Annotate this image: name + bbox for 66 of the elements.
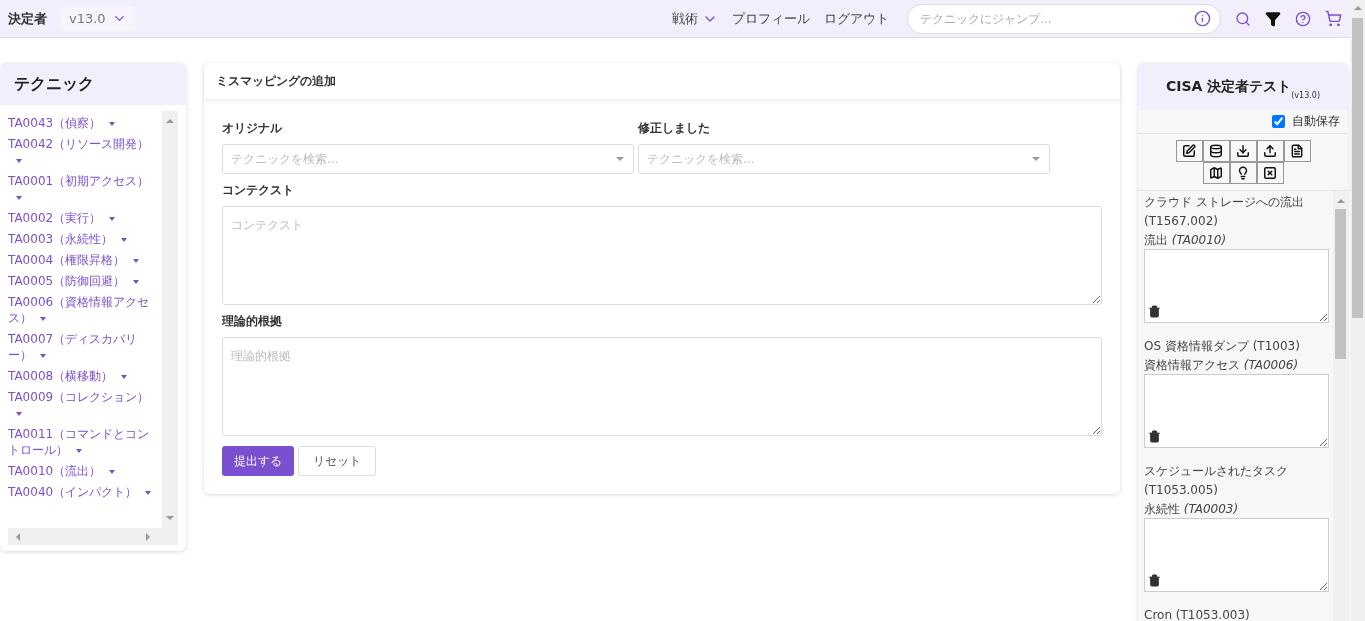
tactic-link[interactable]: TA0011（コマンドとコントロール） (8, 426, 162, 458)
tactic-link[interactable]: TA0001（初期アクセス） (8, 173, 162, 205)
nav-link[interactable]: ログアウト (824, 9, 889, 28)
technique-name: クラウド ストレージへの流出 (T1567.002) (1144, 194, 1305, 230)
field-label: 理論的根拠 (222, 313, 283, 330)
edit-icon[interactable] (1175, 140, 1203, 162)
tactic-name: 流出 (TA0010) (1144, 232, 1228, 249)
tactic-link[interactable]: TA0005（防御回避） (8, 273, 162, 289)
tactic-link[interactable]: TA0042（リソース開発） (8, 136, 162, 168)
nav-link[interactable]: 戦術 (672, 9, 718, 28)
context-field[interactable]: コンテクスト (222, 206, 1102, 305)
page-scrollbar[interactable] (1350, 0, 1365, 621)
note-field[interactable] (1144, 518, 1329, 592)
form-title: ミスマッピングの追加 (204, 63, 1120, 100)
tactic-link[interactable]: TA0004（権限昇格） (8, 252, 162, 268)
note-field[interactable] (1144, 374, 1329, 448)
lightbulb-icon[interactable] (1229, 162, 1257, 184)
cart-version: (v13.0) (1291, 91, 1321, 100)
version-dropdown[interactable]: v13.0 (61, 6, 135, 31)
tactic-name: 資格情報アクセス (TA0006) (1144, 357, 1300, 374)
map-icon[interactable] (1202, 162, 1230, 184)
technique-select[interactable]: テクニックを検索... (222, 144, 634, 174)
field-label: オリジナル (222, 120, 283, 137)
search-field[interactable]: テクニックにジャンプ... (907, 3, 1221, 34)
technique-name: スケジュールされたタスク (T1053.005) (1144, 463, 1289, 499)
autosave-label: 自動保存 (1292, 113, 1340, 130)
vertical-scrollbar[interactable] (1333, 191, 1348, 621)
tactic-link[interactable]: TA0040（インパクト） (8, 484, 162, 500)
close-icon[interactable] (1256, 162, 1284, 184)
sidebar-title: テクニック (0, 63, 186, 105)
tactic-link[interactable]: TA0008（横移動） (8, 368, 162, 384)
app-brand: 決定者 (8, 9, 47, 28)
technique-select[interactable]: テクニックを検索... (638, 144, 1050, 174)
info-icon[interactable] (1194, 9, 1211, 27)
vertical-scrollbar[interactable] (162, 111, 178, 528)
download-icon[interactable] (1229, 140, 1257, 162)
horizontal-scrollbar[interactable] (8, 528, 178, 545)
upload-icon[interactable] (1256, 140, 1284, 162)
note-field[interactable] (1144, 249, 1329, 323)
search-icon[interactable] (1235, 10, 1251, 27)
document-icon[interactable] (1283, 140, 1311, 162)
tactic-name: 永続性 (TA0003) (1144, 501, 1240, 518)
rationale-field[interactable]: 理論的根拠 (222, 337, 1102, 436)
trash-icon[interactable] (1148, 305, 1161, 318)
technique-name: OS 資格情報ダンプ (T1003) (1144, 338, 1301, 355)
trash-icon[interactable] (1148, 574, 1161, 587)
submit-button[interactable]: 提出する (222, 446, 294, 476)
cart-title: CISA 決定者テスト (1165, 77, 1292, 96)
filter-icon[interactable] (1265, 10, 1281, 27)
tactic-link[interactable]: TA0010（流出） (8, 463, 162, 479)
field-label: 修正しました (638, 120, 711, 137)
help-icon[interactable] (1295, 10, 1311, 27)
tactic-link[interactable]: TA0003（永続性） (8, 231, 162, 247)
tactic-link[interactable]: TA0002（実行） (8, 210, 162, 226)
tactic-link[interactable]: TA0009（コレクション） (8, 389, 162, 421)
nav-link[interactable]: プロフィール (732, 9, 810, 28)
cart-icon[interactable] (1325, 10, 1342, 27)
technique-name: Cron (T1053.003) (1144, 607, 1251, 621)
tactic-link[interactable]: TA0007（ディスカバリー） (8, 331, 162, 363)
trash-icon[interactable] (1148, 430, 1161, 443)
tactic-link[interactable]: TA0043（偵察） (8, 115, 162, 131)
field-label: コンテクスト (222, 182, 295, 199)
autosave-checkbox[interactable] (1272, 115, 1285, 128)
tactic-link[interactable]: TA0006（資格情報アクセス） (8, 294, 162, 326)
reset-button[interactable]: リセット (298, 446, 376, 476)
database-icon[interactable] (1202, 140, 1230, 162)
